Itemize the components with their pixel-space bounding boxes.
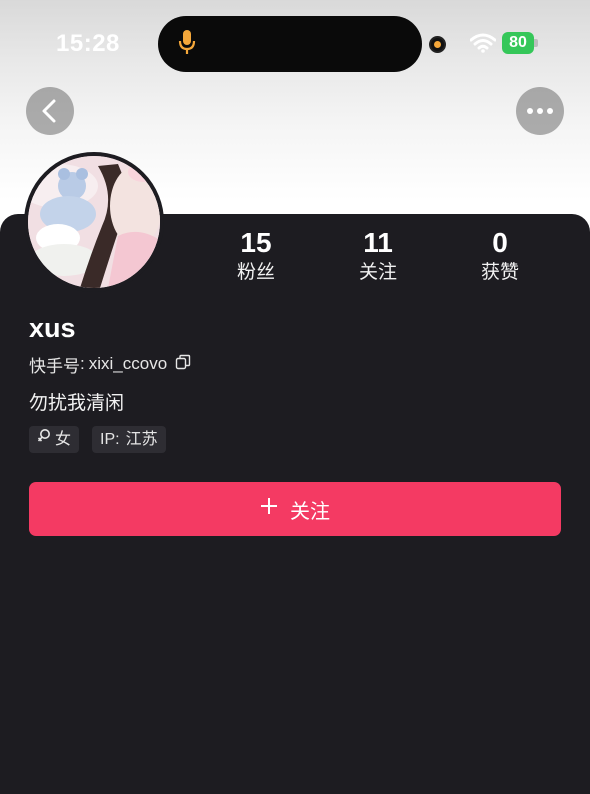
back-button[interactable] [26, 87, 74, 135]
followers-label: 粉丝 [236, 262, 275, 283]
kuaishou-id-separator: : [80, 354, 85, 373]
follow-button[interactable]: 关注 [29, 482, 561, 536]
gender-tag: 女 [29, 426, 80, 453]
following-label: 关注 [358, 262, 397, 283]
ip-value: 江苏 [125, 431, 158, 448]
avatar[interactable] [24, 152, 164, 292]
follow-label: 关注 [290, 500, 330, 523]
camera-indicator-icon [429, 36, 446, 53]
ip-separator: : [115, 431, 120, 448]
stat-following[interactable]: 11 关注 [323, 226, 433, 286]
more-options-button[interactable] [516, 87, 564, 135]
kuaishou-id-label: 快手号 [29, 356, 80, 376]
ellipsis-icon [527, 108, 553, 114]
stat-likes[interactable]: 0 获赞 [445, 226, 555, 286]
stat-followers[interactable]: 15 粉丝 [201, 226, 311, 286]
kuaishou-id[interactable]: 快手号: xixi_ccovo [29, 352, 191, 376]
status-bar: 15:28 80 [0, 0, 590, 80]
chevron-left-icon [42, 99, 56, 123]
bio: 勿扰我清闲 [29, 393, 125, 414]
dynamic-island [158, 16, 422, 72]
ip-label: IP [100, 431, 116, 448]
ip-tag: IP: 江苏 [92, 426, 166, 453]
likes-count: 0 [492, 227, 508, 258]
status-time: 15:28 [56, 30, 120, 57]
likes-label: 获赞 [480, 262, 519, 283]
battery-icon [534, 39, 538, 47]
followers-count: 15 [240, 227, 272, 258]
plus-icon [260, 497, 278, 521]
following-count: 11 [363, 227, 393, 258]
copy-icon[interactable] [175, 354, 191, 375]
kuaishou-id-value: xixi_ccovo [88, 354, 168, 373]
microphone-icon [178, 29, 196, 62]
battery-level: 80 [502, 32, 534, 54]
wifi-icon [469, 33, 497, 58]
nickname: xus [29, 313, 76, 343]
female-icon [37, 426, 51, 453]
gender-label: 女 [55, 431, 72, 448]
